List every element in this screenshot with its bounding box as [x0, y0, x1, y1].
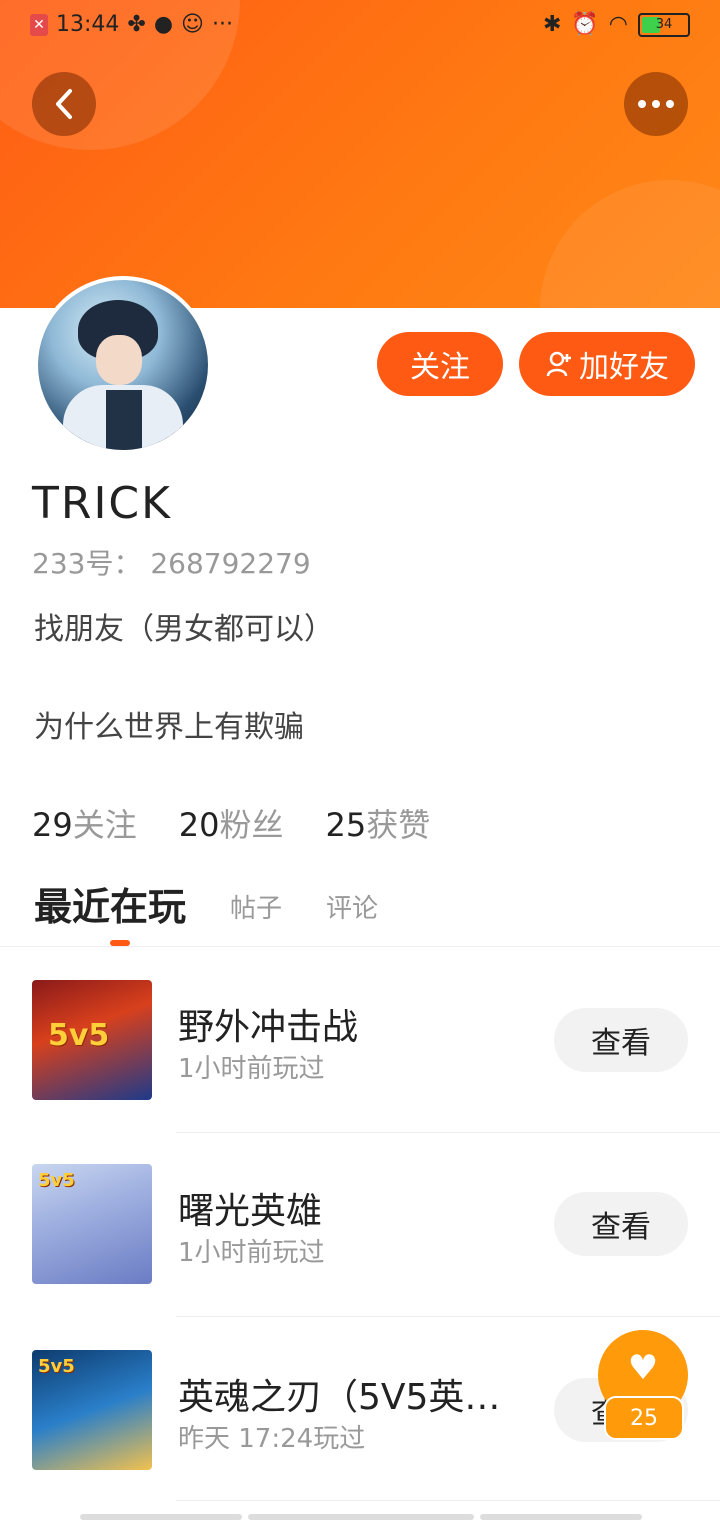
game-title: 英魂之刃（5V5英…	[178, 1377, 501, 1418]
add-friend-label: 加好友	[579, 350, 669, 385]
bluetooth-icon: ✱	[542, 12, 562, 37]
last-played: 1小时前玩过	[178, 1054, 325, 1084]
divider	[0, 946, 720, 947]
divider	[176, 1500, 720, 1501]
list-item[interactable]: 5v5 曙光英雄 1小时前玩过 查看	[0, 1164, 720, 1348]
game-thumbnail[interactable]: 5v5	[32, 1164, 152, 1284]
heart-icon: ♥	[627, 1348, 659, 1388]
status-bar: ✕ 13:44 ✤ ● ☺ ··· ✱ ⏰ ◠ 34	[0, 0, 720, 56]
bio-line: 为什么世界上有欺骗	[34, 710, 304, 745]
like-count-badge: 25	[604, 1396, 684, 1440]
following-label: 关注	[72, 806, 137, 844]
following-stat[interactable]: 29关注	[32, 800, 137, 846]
last-played: 1小时前玩过	[178, 1238, 325, 1268]
game-badge: 5v5	[48, 1018, 110, 1053]
notification-icon: ✕	[30, 13, 48, 36]
app-icon: ●	[153, 12, 174, 37]
more-options-button[interactable]	[624, 72, 688, 136]
more-dots-icon	[638, 100, 674, 108]
game-thumbnail[interactable]: 5v5	[32, 1350, 152, 1470]
fans-label: 粉丝	[219, 806, 284, 844]
tab-recently-played[interactable]: 最近在玩	[34, 876, 186, 931]
last-played: 昨天 17:24玩过	[178, 1424, 366, 1454]
chevron-left-icon	[56, 89, 72, 119]
bio-line: 找朋友（男女都可以）	[34, 612, 334, 647]
back-button[interactable]	[32, 72, 96, 136]
user-id: 233号： 268792279	[32, 547, 311, 580]
profile-tabs: 最近在玩 帖子 评论	[34, 876, 378, 931]
game-badge: 5v5	[38, 1170, 75, 1191]
following-count: 29	[32, 806, 73, 844]
tab-posts[interactable]: 帖子	[230, 888, 282, 925]
pinwheel-icon: ✤	[127, 12, 146, 37]
profile-stats: 29关注 20粉丝 25获赞	[32, 800, 430, 846]
game-title: 野外冲击战	[178, 1007, 359, 1048]
alarm-icon: ⏰	[571, 12, 599, 37]
game-title: 曙光英雄	[178, 1191, 323, 1232]
status-bar-left: ✕ 13:44 ✤ ● ☺ ···	[30, 12, 233, 37]
battery-level: 34	[655, 16, 673, 32]
username: TRICK	[32, 478, 173, 529]
person-add-icon	[546, 351, 571, 377]
tab-comments[interactable]: 评论	[326, 888, 378, 925]
avatar[interactable]	[34, 276, 212, 454]
likes-stat[interactable]: 25获赞	[325, 800, 430, 846]
view-button[interactable]: 查看	[554, 1008, 688, 1072]
follow-button[interactable]: 关注	[377, 332, 503, 396]
fans-count: 20	[178, 806, 220, 844]
divider	[176, 1132, 720, 1133]
bottom-scroll-indicator	[80, 1514, 642, 1520]
add-friend-button[interactable]: 加好友	[519, 332, 695, 396]
cat-icon: ☺	[181, 12, 204, 37]
battery-icon: 34	[638, 12, 690, 37]
status-time: 13:44	[56, 12, 120, 37]
game-thumbnail[interactable]: 5v5	[32, 980, 152, 1100]
header-decoration	[540, 180, 720, 308]
likes-label: 获赞	[366, 806, 431, 844]
view-button[interactable]: 查看	[554, 1192, 688, 1256]
wifi-icon: ◠	[608, 12, 628, 37]
fans-stat[interactable]: 20粉丝	[179, 800, 284, 846]
divider	[176, 1316, 720, 1317]
status-bar-right: ✱ ⏰ ◠ 34	[543, 12, 690, 37]
follow-label: 关注	[410, 350, 470, 385]
likes-count: 25	[325, 806, 367, 844]
list-item[interactable]: 5v5 野外冲击战 1小时前玩过 查看	[0, 980, 720, 1164]
game-badge: 5v5	[38, 1356, 75, 1377]
more-notifications-icon: ···	[211, 12, 233, 37]
